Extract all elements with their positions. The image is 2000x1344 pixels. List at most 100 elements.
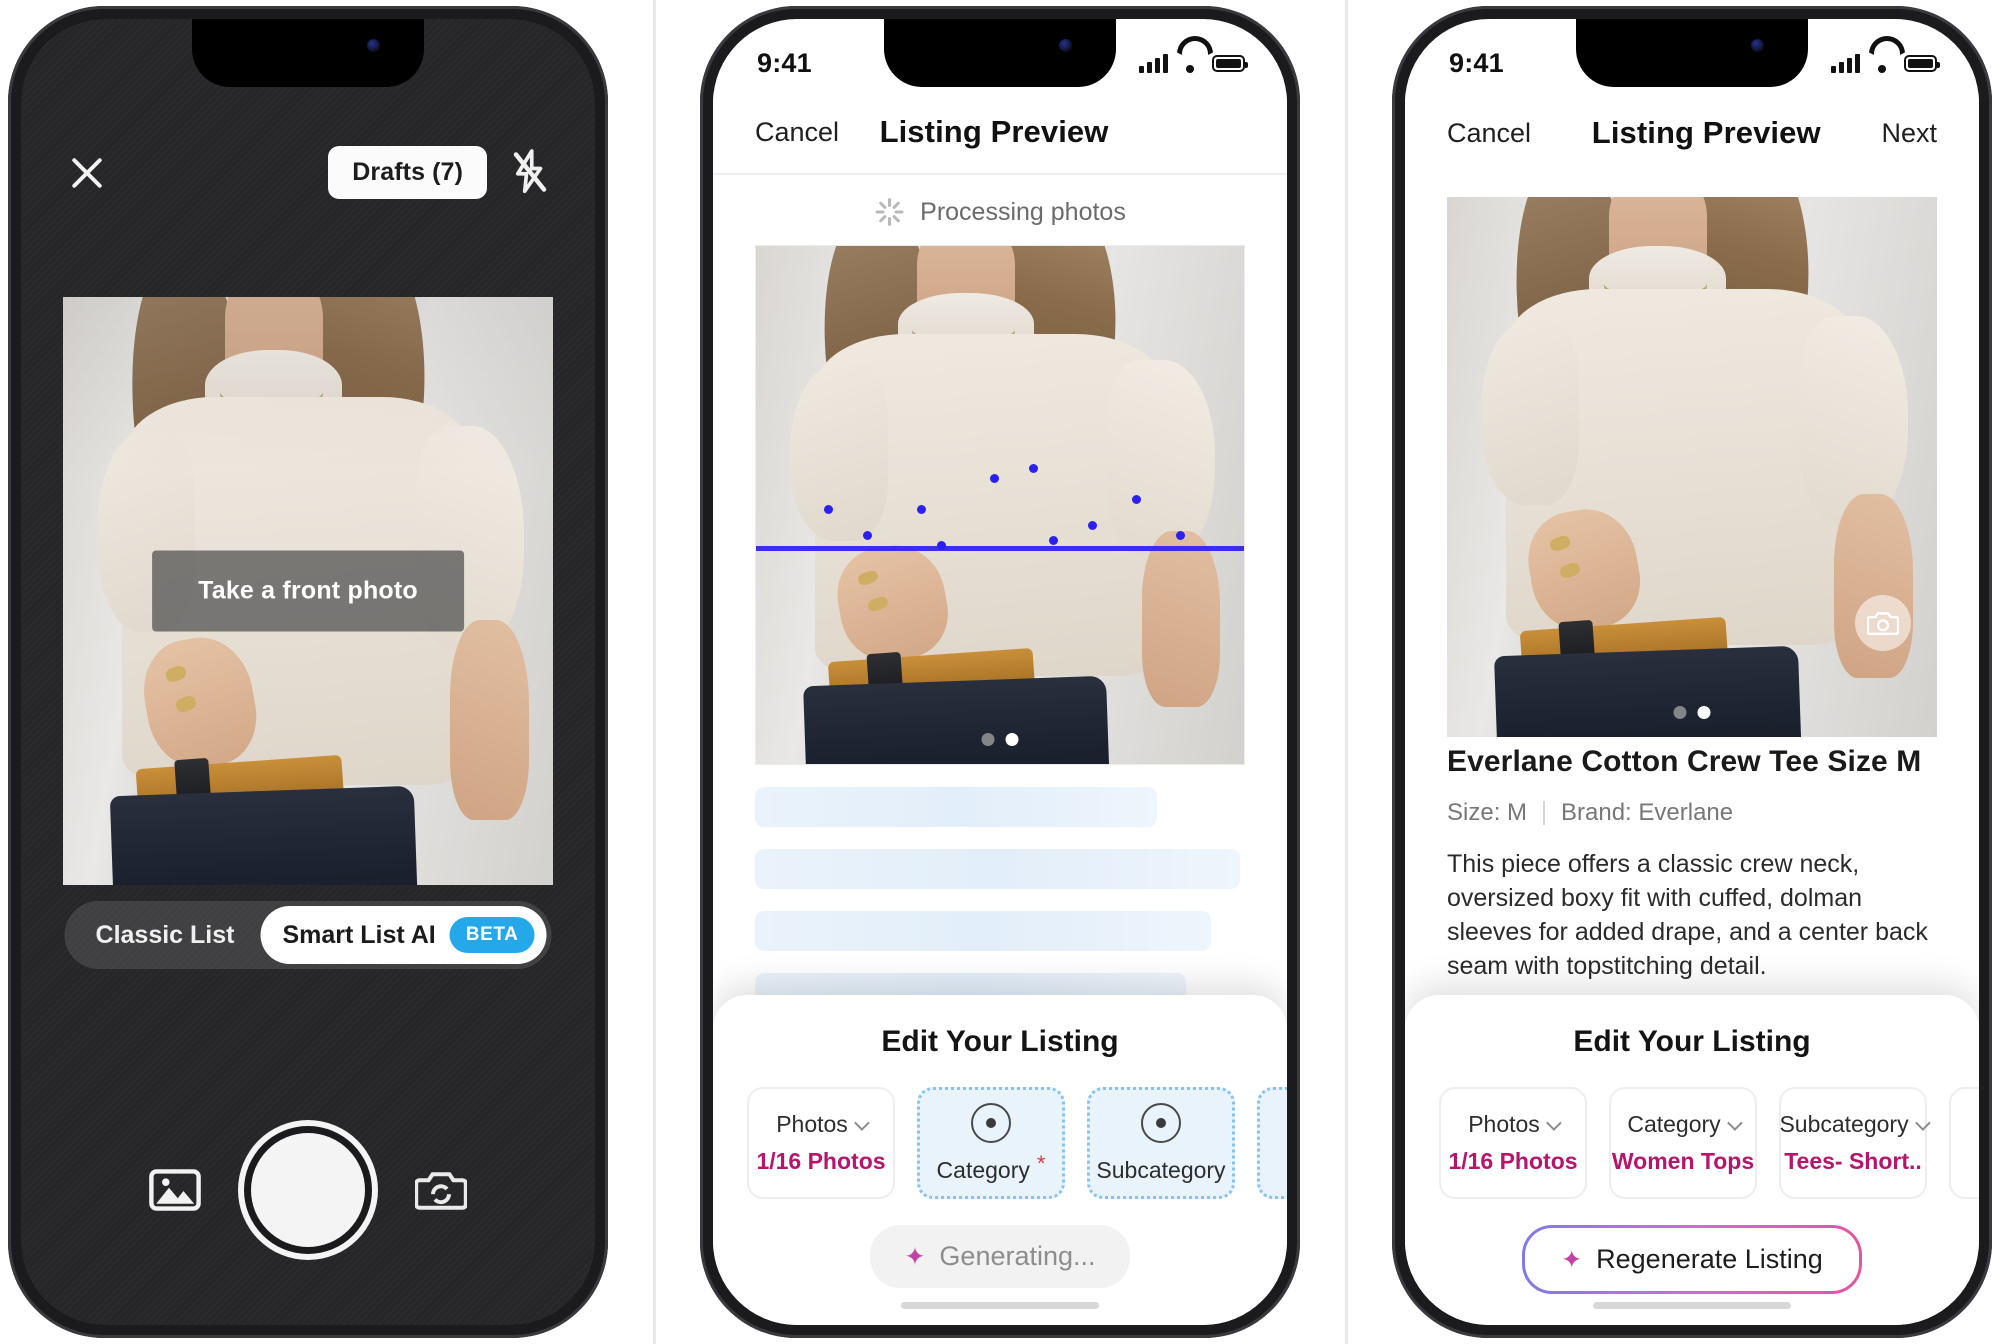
skeleton-line (755, 849, 1241, 889)
chip-photos[interactable]: Photos 1/16 Photos (747, 1087, 895, 1199)
loading-spinner-icon (874, 197, 904, 227)
flip-camera-icon[interactable] (414, 1167, 468, 1213)
processing-status: Processing photos (713, 197, 1287, 227)
edit-listing-sheet: Edit Your Listing Photos 1/16 Photos Cat (1405, 995, 1979, 1325)
phone-result-screen: 9:41 Cancel Listing Preview Next Everlan… (1392, 6, 1992, 1338)
ai-detect-dot (1048, 536, 1058, 546)
page-dot[interactable] (1673, 706, 1687, 719)
status-time: 9:41 (1449, 47, 1504, 78)
photo-page-dots[interactable] (1673, 706, 1711, 719)
device-notch (884, 19, 1116, 87)
skeleton-line (755, 911, 1211, 951)
generating-button: ✦ Generating... (870, 1225, 1130, 1288)
device-notch (192, 19, 424, 87)
classic-list-option[interactable]: Classic List (70, 909, 261, 962)
regenerate-label: Regenerate Listing (1596, 1244, 1823, 1274)
page-title: Listing Preview (879, 114, 1109, 149)
chevron-down-icon (1914, 1115, 1931, 1131)
camera-viewfinder: Drafts (7) Take a front photo Classic Li… (21, 19, 595, 1325)
take-front-photo-hint: Take a front photo (152, 550, 464, 632)
generating-label: Generating... (939, 1241, 1096, 1271)
phone-camera-screen: Drafts (7) Take a front photo Classic Li… (8, 6, 608, 1338)
camera-preview-frame: Take a front photo (63, 297, 553, 885)
field-chip-row[interactable]: Photos 1/16 Photos Category * Subcategor… (713, 1059, 1287, 1199)
flash-off-icon[interactable] (509, 149, 551, 195)
home-indicator (1593, 1302, 1791, 1309)
page-dot-active[interactable] (1005, 733, 1019, 746)
required-asterisk: * (1036, 1151, 1046, 1176)
processing-label: Processing photos (920, 197, 1126, 226)
beta-badge: BETA (449, 917, 535, 953)
chip-photos-value: 1/16 Photos (1448, 1147, 1578, 1174)
list-mode-toggle[interactable]: Classic List Smart List AI BETA (64, 901, 552, 969)
phone-processing-screen: 9:41 Cancel Listing Preview Processing p… (700, 6, 1300, 1338)
nav-bar: Cancel Listing Preview (713, 91, 1287, 175)
sparkle-icon: ✦ (1561, 1245, 1583, 1274)
listing-photo-preview[interactable] (1447, 197, 1937, 737)
home-indicator (901, 1302, 1099, 1309)
chip-subcategory-title: Subcategory (1779, 1111, 1931, 1138)
camera-icon[interactable] (1855, 595, 1911, 651)
cancel-button[interactable]: Cancel (1447, 118, 1531, 149)
ai-detect-dot (1029, 463, 1039, 473)
wifi-icon (1869, 53, 1895, 73)
page-dot-active[interactable] (1697, 706, 1711, 719)
ai-scan-line (756, 546, 1244, 552)
smart-list-ai-label: Smart List AI (282, 920, 436, 949)
chip-subcategory[interactable]: Subcategory Tees- Short.. (1779, 1087, 1931, 1199)
photo-page-dots[interactable] (981, 733, 1019, 746)
device-notch (1576, 19, 1808, 87)
sheet-title: Edit Your Listing (1573, 1025, 1811, 1058)
chip-category[interactable]: Category * (917, 1087, 1065, 1199)
listing-photo-preview[interactable] (755, 245, 1245, 765)
nav-bar: Cancel Listing Preview Next (1405, 91, 1979, 175)
ai-detect-dot (1131, 494, 1141, 504)
close-icon[interactable] (65, 150, 109, 194)
cellular-signal-icon (1831, 53, 1860, 73)
listing-size: Size: M (1447, 799, 1528, 826)
chip-brand-truncated[interactable]: Br Ev (1949, 1087, 1979, 1199)
chip-photos-title: Photos (1468, 1111, 1562, 1138)
next-button[interactable]: Next (1881, 118, 1937, 149)
chevron-down-icon (1726, 1115, 1743, 1131)
listing-description: This piece offers a classic crew neck, o… (1447, 850, 1928, 980)
chip-photos-value: 1/16 Photos (756, 1147, 886, 1174)
sparkle-icon: ✦ (904, 1242, 926, 1271)
skeleton-line (755, 787, 1157, 827)
chip-subcategory[interactable]: Subcategory (1087, 1087, 1235, 1199)
ai-detect-dot (1087, 520, 1097, 530)
listing-brand: Brand: Everlane (1561, 799, 1734, 826)
status-time: 9:41 (757, 47, 812, 78)
chip-loading-icon (1141, 1102, 1181, 1143)
meta-divider (1543, 801, 1546, 825)
panel-divider-1 (652, 0, 656, 1344)
battery-icon (1904, 54, 1940, 72)
chevron-down-icon (1545, 1115, 1562, 1131)
chip-category-title: Category (1627, 1111, 1743, 1138)
chip-photos-title: Photos (776, 1111, 870, 1138)
chip-loading-icon (971, 1102, 1011, 1143)
smart-list-ai-option[interactable]: Smart List AI BETA (260, 906, 547, 964)
three-phone-showcase: Drafts (7) Take a front photo Classic Li… (0, 0, 2000, 1344)
page-dot[interactable] (981, 733, 995, 746)
cellular-signal-icon (1139, 53, 1168, 73)
drafts-button[interactable]: Drafts (7) (328, 145, 487, 199)
ai-detect-dot (917, 505, 927, 514)
chevron-down-icon (853, 1115, 870, 1131)
regenerate-listing-button[interactable]: ✦ Regenerate Listing (1522, 1225, 1862, 1294)
chip-category-value: Women Tops (1611, 1147, 1755, 1174)
chip-subcategory-title: Subcategory (1096, 1156, 1226, 1183)
edit-listing-sheet: Edit Your Listing Photos 1/16 Photos Cat… (713, 995, 1287, 1325)
page-title: Listing Preview (1591, 115, 1821, 150)
model-photo (1447, 197, 1937, 737)
panel-divider-2 (1344, 0, 1348, 1344)
gallery-icon[interactable] (149, 1167, 201, 1213)
shutter-button[interactable] (251, 1133, 365, 1247)
ai-detect-dot (936, 541, 946, 551)
cancel-button[interactable]: Cancel (755, 117, 839, 148)
field-chip-row[interactable]: Photos 1/16 Photos Category Women Tops S… (1405, 1059, 1979, 1199)
chip-brand-truncated[interactable]: B (1257, 1087, 1287, 1199)
chip-photos[interactable]: Photos 1/16 Photos (1439, 1087, 1587, 1199)
sheet-title: Edit Your Listing (881, 1025, 1119, 1058)
chip-category[interactable]: Category Women Tops (1609, 1087, 1757, 1199)
